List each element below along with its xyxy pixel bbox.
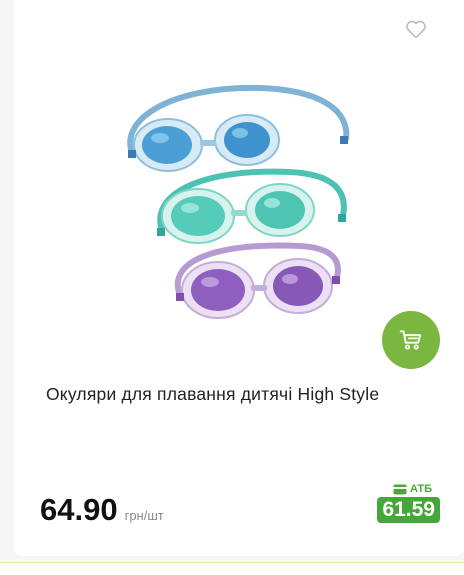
promo-price: 61.59: [377, 497, 440, 523]
purple-goggles: [175, 242, 341, 319]
card-icon: [393, 484, 407, 494]
promo-label: АТБ: [393, 483, 432, 495]
price-unit: грн/шт: [124, 508, 164, 523]
product-image[interactable]: [110, 80, 360, 370]
product-price: 64.90 грн/шт: [40, 492, 164, 528]
teal-goggles: [157, 168, 347, 244]
cart-icon: [399, 330, 422, 350]
heart-icon: [406, 20, 426, 39]
next-card-edge: [0, 562, 464, 575]
blue-goggles: [127, 84, 350, 172]
add-to-cart-button[interactable]: [382, 311, 440, 369]
favorite-button[interactable]: [404, 17, 428, 41]
promo-label-text: АТБ: [409, 483, 432, 495]
price-value: 64.90: [40, 492, 118, 527]
promo-price-block: АТБ 61.59: [377, 483, 440, 523]
product-title[interactable]: Окуляри для плавання дитячі High Style: [46, 384, 436, 405]
